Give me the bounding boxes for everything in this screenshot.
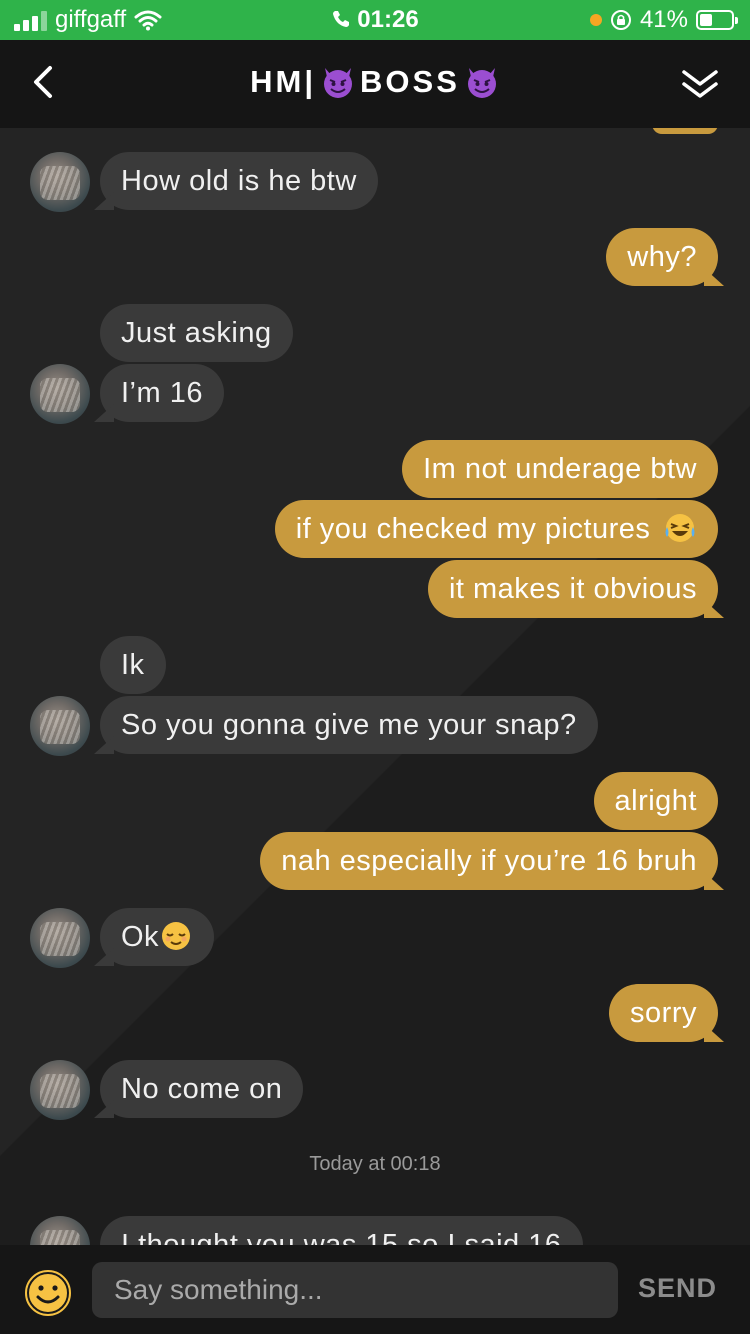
avatar[interactable] — [30, 696, 90, 756]
orange-indicator-dot — [589, 14, 602, 26]
avatar[interactable] — [30, 364, 90, 424]
double-chevron-down-icon[interactable] — [678, 62, 722, 106]
message-list[interactable]: How old is he btw why? Just asking I’m 1… — [0, 128, 750, 1245]
message-composer: Say something... SEND — [0, 1245, 750, 1334]
message-bubble-incoming[interactable]: So you gonna give me your snap? — [100, 696, 598, 754]
message-bubble-incoming[interactable]: I’m 16 — [100, 364, 224, 422]
chat-header: HM| BOSS — [0, 40, 750, 128]
avatar[interactable] — [30, 1216, 90, 1245]
message-timestamp: Today at 00:18 — [309, 1153, 441, 1175]
message-bubble-incoming[interactable]: No come on — [100, 1060, 304, 1118]
emoji-picker-icon[interactable] — [22, 1267, 74, 1319]
smiling-devil-emoji — [324, 68, 353, 98]
message-text: Ok — [121, 921, 160, 953]
message-bubble-outgoing[interactable]: if you checked my pictures — [274, 500, 718, 558]
message-bubble-outgoing[interactable]: why? — [606, 228, 718, 286]
message-bubble-outgoing[interactable]: it makes it obvious — [427, 560, 718, 618]
smiling-devil-emoji — [467, 68, 496, 98]
previous-message-peek — [652, 128, 718, 134]
avatar[interactable] — [30, 908, 90, 968]
crying-laughing-emoji — [665, 514, 695, 543]
avatar[interactable] — [30, 1060, 90, 1120]
phone-call-icon — [333, 11, 350, 27]
message-input[interactable]: Say something... — [92, 1262, 618, 1318]
clock-time: 01:26 — [357, 6, 419, 33]
title-left: HM| — [250, 64, 317, 99]
send-button[interactable]: SEND — [638, 1273, 717, 1304]
message-bubble-incoming[interactable]: I thought you was 15 so I said 16 — [100, 1216, 583, 1245]
message-bubble-outgoing[interactable]: sorry — [609, 984, 718, 1042]
message-bubble-incoming[interactable]: How old is he btw — [100, 152, 378, 210]
message-text: if you checked my pictures — [295, 513, 651, 545]
battery-percent: 41% — [639, 6, 688, 33]
avatar[interactable] — [30, 152, 90, 212]
message-bubble-incoming[interactable]: Just asking — [100, 304, 293, 362]
message-bubble-outgoing[interactable]: alright — [593, 772, 718, 830]
message-bubble-outgoing[interactable]: nah especially if you’re 16 bruh — [260, 832, 718, 890]
message-bubble-incoming[interactable]: Ok — [100, 908, 215, 966]
battery-icon — [696, 10, 738, 30]
status-bar: giffgaff 01:26 41% — [0, 0, 750, 40]
chat-title: HM| BOSS — [0, 64, 750, 100]
title-right: BOSS — [360, 64, 460, 99]
rotation-lock-icon — [610, 10, 631, 30]
message-bubble-incoming[interactable]: Ik — [100, 636, 166, 694]
relieved-face-emoji — [162, 922, 191, 951]
message-bubble-outgoing[interactable]: Im not underage btw — [402, 440, 718, 498]
